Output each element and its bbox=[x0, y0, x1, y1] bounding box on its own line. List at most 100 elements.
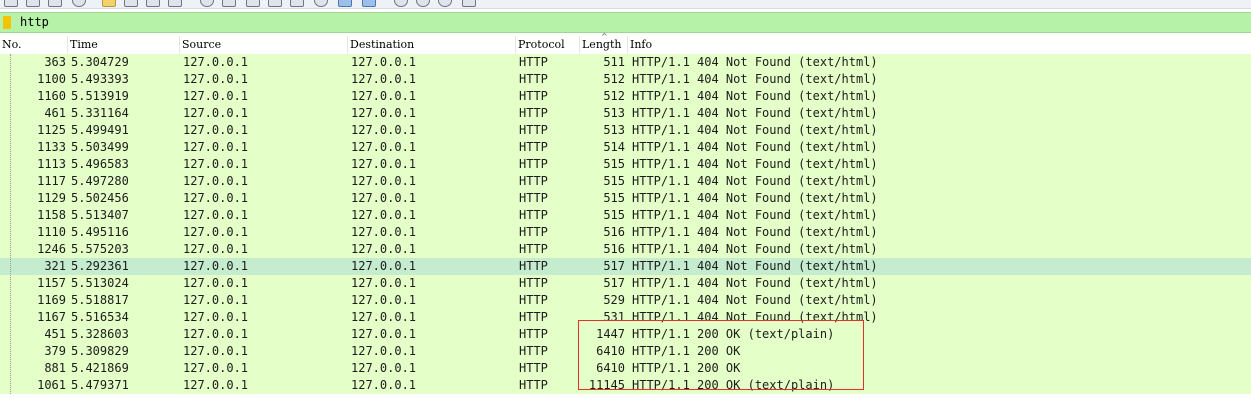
packet-row[interactable]: 1133 5.503499 127.0.0.1 127.0.0.1 HTTP 5… bbox=[0, 139, 1251, 156]
column-header-destination[interactable]: Destination bbox=[348, 36, 516, 54]
packet-number: 1158 bbox=[37, 208, 66, 222]
packet-row[interactable]: 1125 5.499491 127.0.0.1 127.0.0.1 HTTP 5… bbox=[0, 122, 1251, 139]
packet-length: 515 bbox=[603, 208, 625, 222]
packet-protocol: HTTP bbox=[519, 276, 548, 290]
packet-destination: 127.0.0.1 bbox=[351, 242, 417, 256]
packet-info: HTTP/1.1 404 Not Found (text/html) bbox=[632, 293, 878, 307]
packet-destination: 127.0.0.1 bbox=[351, 191, 417, 205]
packet-number: 1117 bbox=[37, 174, 66, 188]
packet-length: 517 bbox=[603, 276, 625, 290]
packet-row[interactable]: 461 5.331164 127.0.0.1 127.0.0.1 HTTP 51… bbox=[0, 105, 1251, 122]
go-to-packet-icon[interactable] bbox=[168, 0, 182, 7]
packet-time: 5.495116 bbox=[71, 225, 129, 239]
packet-destination: 127.0.0.1 bbox=[351, 327, 417, 341]
packet-time: 5.304729 bbox=[71, 55, 129, 69]
packet-info: HTTP/1.1 404 Not Found (text/html) bbox=[632, 191, 878, 205]
packet-protocol: HTTP bbox=[519, 140, 548, 154]
column-header-time[interactable]: Time bbox=[68, 36, 180, 54]
packet-row-selected[interactable]: 321 5.292361 127.0.0.1 127.0.0.1 HTTP 51… bbox=[0, 258, 1251, 275]
packet-destination: 127.0.0.1 bbox=[351, 106, 417, 120]
packet-length: 513 bbox=[603, 106, 625, 120]
packet-length: 1447 bbox=[596, 327, 625, 341]
auto-scroll-live-icon[interactable] bbox=[362, 0, 376, 7]
packet-row[interactable]: 1061 5.479371 127.0.0.1 127.0.0.1 HTTP 1… bbox=[0, 377, 1251, 394]
packet-source: 127.0.0.1 bbox=[183, 191, 249, 205]
packet-row[interactable]: 451 5.328603 127.0.0.1 127.0.0.1 HTTP 14… bbox=[0, 326, 1251, 343]
colorize-list-icon[interactable] bbox=[338, 0, 352, 7]
packet-row[interactable]: 1167 5.516534 127.0.0.1 127.0.0.1 HTTP 5… bbox=[0, 309, 1251, 326]
packet-row[interactable]: 881 5.421869 127.0.0.1 127.0.0.1 HTTP 64… bbox=[0, 360, 1251, 377]
zoom-in-icon[interactable] bbox=[394, 0, 408, 7]
packet-row[interactable]: 379 5.309829 127.0.0.1 127.0.0.1 HTTP 64… bbox=[0, 343, 1251, 360]
packet-number: 1167 bbox=[37, 310, 66, 324]
auto-scroll-icon[interactable] bbox=[246, 0, 260, 7]
packet-row[interactable]: 1113 5.496583 127.0.0.1 127.0.0.1 HTTP 5… bbox=[0, 156, 1251, 173]
column-header-source[interactable]: Source bbox=[180, 36, 348, 54]
packet-time: 5.513024 bbox=[71, 276, 129, 290]
packet-time: 5.328603 bbox=[71, 327, 129, 341]
packet-protocol: HTTP bbox=[519, 106, 548, 120]
normal-size-icon[interactable] bbox=[438, 0, 452, 7]
packet-row[interactable]: 1158 5.513407 127.0.0.1 127.0.0.1 HTTP 5… bbox=[0, 207, 1251, 224]
packet-time: 5.502456 bbox=[71, 191, 129, 205]
packet-row[interactable]: 1157 5.513024 127.0.0.1 127.0.0.1 HTTP 5… bbox=[0, 275, 1251, 292]
packet-time: 5.513919 bbox=[71, 89, 129, 103]
display-filter-input[interactable] bbox=[16, 13, 1251, 32]
packet-info: HTTP/1.1 404 Not Found (text/html) bbox=[632, 106, 878, 120]
filter-bookmark-icon[interactable] bbox=[3, 16, 11, 29]
last-packet-icon[interactable] bbox=[222, 0, 236, 7]
find-packet-icon[interactable] bbox=[102, 0, 116, 7]
column-header-protocol[interactable]: Protocol bbox=[516, 36, 580, 54]
packet-row[interactable]: 363 5.304729 127.0.0.1 127.0.0.1 HTTP 51… bbox=[0, 54, 1251, 71]
packet-info: HTTP/1.1 200 OK bbox=[632, 361, 741, 375]
pin-icon[interactable] bbox=[290, 0, 304, 7]
open-file-icon[interactable] bbox=[4, 0, 18, 7]
packet-list-header: No. Time Source Destination Protocol Len… bbox=[0, 36, 1251, 55]
packet-row[interactable]: 1246 5.575203 127.0.0.1 127.0.0.1 HTTP 5… bbox=[0, 241, 1251, 258]
packet-length: 515 bbox=[603, 191, 625, 205]
packet-info: HTTP/1.1 200 OK (text/plain) bbox=[632, 327, 835, 341]
packet-source: 127.0.0.1 bbox=[183, 123, 249, 137]
zoom-out-icon[interactable] bbox=[416, 0, 430, 7]
close-file-icon[interactable] bbox=[48, 0, 62, 7]
packet-source: 127.0.0.1 bbox=[183, 140, 249, 154]
packet-row[interactable]: 1169 5.518817 127.0.0.1 127.0.0.1 HTTP 5… bbox=[0, 292, 1251, 309]
colorize-icon[interactable] bbox=[268, 0, 282, 7]
packet-row[interactable]: 1100 5.493393 127.0.0.1 127.0.0.1 HTTP 5… bbox=[0, 71, 1251, 88]
packet-protocol: HTTP bbox=[519, 174, 548, 188]
go-forward-icon[interactable] bbox=[146, 0, 160, 7]
packet-info: HTTP/1.1 404 Not Found (text/html) bbox=[632, 140, 878, 154]
packet-time: 5.503499 bbox=[71, 140, 129, 154]
column-header-no[interactable]: No. bbox=[0, 36, 68, 54]
packet-destination: 127.0.0.1 bbox=[351, 344, 417, 358]
packet-row[interactable]: 1129 5.502456 127.0.0.1 127.0.0.1 HTTP 5… bbox=[0, 190, 1251, 207]
packet-row[interactable]: 1117 5.497280 127.0.0.1 127.0.0.1 HTTP 5… bbox=[0, 173, 1251, 190]
packet-source: 127.0.0.1 bbox=[183, 361, 249, 375]
packet-source: 127.0.0.1 bbox=[183, 242, 249, 256]
column-header-length[interactable]: Length bbox=[580, 36, 628, 54]
packet-row[interactable]: 1110 5.495116 127.0.0.1 127.0.0.1 HTTP 5… bbox=[0, 224, 1251, 241]
packet-row[interactable]: 1160 5.513919 127.0.0.1 127.0.0.1 HTTP 5… bbox=[0, 88, 1251, 105]
packet-length: 6410 bbox=[596, 344, 625, 358]
packet-protocol: HTTP bbox=[519, 310, 548, 324]
packet-number: 1100 bbox=[37, 72, 66, 86]
packet-number: 321 bbox=[44, 259, 66, 273]
packet-time: 5.497280 bbox=[71, 174, 129, 188]
packet-destination: 127.0.0.1 bbox=[351, 72, 417, 86]
packet-number: 1157 bbox=[37, 276, 66, 290]
reload-icon[interactable] bbox=[72, 0, 86, 7]
packet-length: 531 bbox=[603, 310, 625, 324]
packet-length: 515 bbox=[603, 157, 625, 171]
packet-time: 5.575203 bbox=[71, 242, 129, 256]
packet-info: HTTP/1.1 404 Not Found (text/html) bbox=[632, 55, 878, 69]
go-back-icon[interactable] bbox=[124, 0, 138, 7]
packet-number: 461 bbox=[44, 106, 66, 120]
column-header-info[interactable]: Info bbox=[628, 36, 1251, 54]
packet-length: 512 bbox=[603, 89, 625, 103]
packet-protocol: HTTP bbox=[519, 72, 548, 86]
resize-columns-icon[interactable] bbox=[462, 0, 476, 7]
save-file-icon[interactable] bbox=[26, 0, 40, 7]
download-icon[interactable] bbox=[314, 0, 328, 7]
first-packet-icon[interactable] bbox=[200, 0, 214, 7]
packet-time: 5.309829 bbox=[71, 344, 129, 358]
